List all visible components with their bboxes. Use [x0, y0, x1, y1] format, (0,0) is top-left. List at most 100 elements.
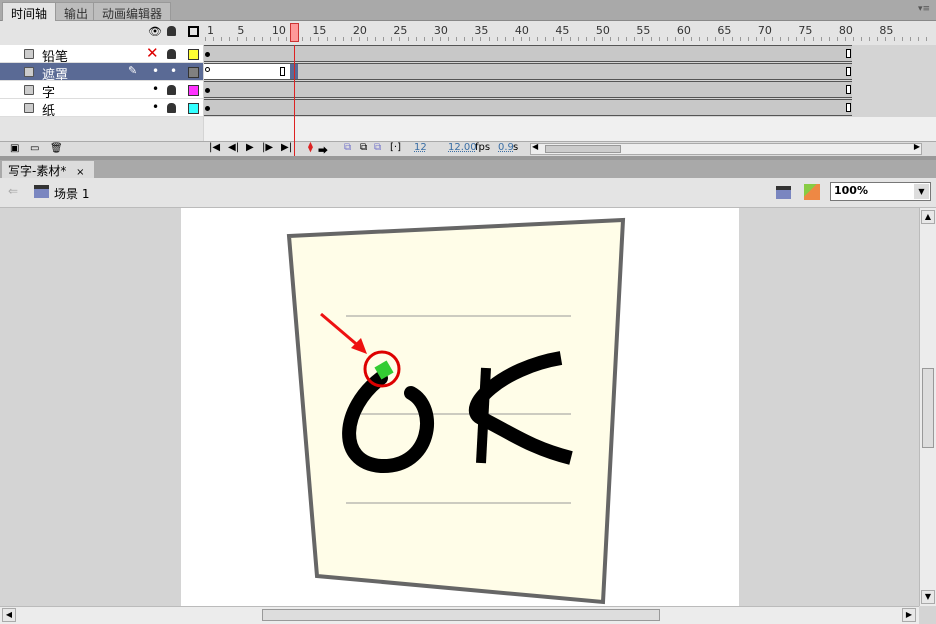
play-icon[interactable]: ▶ [246, 142, 254, 153]
layer-icon [24, 85, 34, 95]
layer-frames[interactable] [204, 63, 852, 80]
ruler-tick [399, 37, 401, 41]
lock-icon[interactable] [167, 85, 176, 95]
ruler-tick [804, 37, 806, 41]
new-layer-icon[interactable]: ▣ [10, 143, 19, 154]
eye-icon[interactable]: 👁 [148, 25, 162, 38]
tab-output[interactable]: 输出 [55, 2, 98, 21]
edit-scene-icon[interactable] [776, 186, 791, 199]
empty-keyframe[interactable] [205, 67, 210, 72]
ruler-tick [269, 37, 271, 41]
zoom-select[interactable]: 100% ▼ [830, 182, 931, 201]
layer-row[interactable]: 字 • [0, 81, 203, 101]
edit-symbols-icon[interactable] [804, 184, 820, 200]
prev-frame-icon[interactable]: ◀| [228, 142, 239, 153]
scroll-up-icon[interactable]: ▲ [921, 210, 935, 224]
ruler-label: 55 [636, 24, 651, 37]
layer-frames[interactable] [204, 45, 852, 62]
tab-motion-editor[interactable]: 动画编辑器 [93, 2, 172, 21]
next-frame-icon[interactable]: |▶ [262, 142, 273, 153]
playhead[interactable] [290, 23, 300, 42]
ruler-tick [569, 37, 571, 41]
tab-timeline[interactable]: 时间轴 [2, 2, 57, 21]
frame-ruler[interactable]: 1 5 10 15 20 25 30 35 40 45 50 55 60 65 70 75 80 85 [203, 21, 936, 45]
modify-markers-icon[interactable]: [·] [390, 142, 401, 153]
layer-color-swatch[interactable] [188, 85, 199, 96]
stage-hscrollbar[interactable]: ◀ ▶ [0, 606, 919, 624]
layer-row[interactable]: 铅笔 ✕ [0, 44, 203, 65]
layer-color-swatch[interactable] [188, 67, 199, 78]
first-frame-icon[interactable]: |◀ [209, 142, 220, 153]
ruler-tick [464, 37, 466, 41]
lock-icon[interactable] [167, 103, 176, 113]
onion-outline-icon[interactable]: ⧉ [360, 142, 367, 153]
pencil-icon: ✎ [128, 64, 138, 77]
new-folder-icon[interactable]: ▭ [30, 143, 39, 154]
hidden-x-icon[interactable]: ✕ [146, 44, 159, 62]
scroll-down-icon[interactable]: ▼ [921, 590, 935, 604]
unlocked-dot-icon[interactable]: • [170, 64, 177, 78]
scroll-thumb[interactable] [922, 368, 934, 448]
keyframe[interactable] [205, 106, 210, 111]
frame-rate[interactable]: 12.00 [448, 142, 477, 153]
ruler-tick [626, 37, 628, 41]
last-frame-icon[interactable]: ▶| [281, 142, 292, 153]
back-arrow-icon[interactable]: ⇐ [8, 184, 18, 198]
scroll-left-icon[interactable]: ◀ [2, 608, 16, 622]
ruler-tick [618, 37, 620, 41]
ruler-tick [553, 37, 555, 41]
layer-color-swatch[interactable] [188, 49, 199, 60]
scroll-thumb[interactable] [545, 145, 621, 153]
layer-row[interactable]: 纸 • [0, 99, 203, 119]
ruler-tick [577, 37, 579, 41]
center-frame-icon[interactable]: ⧫ [308, 142, 313, 153]
delete-layer-icon[interactable]: 🗑 [50, 143, 63, 154]
layer-frames[interactable] [204, 81, 852, 98]
ruler-tick [375, 37, 377, 41]
layer-row[interactable]: 遮罩 ✎ • • [0, 63, 203, 83]
visible-dot-icon[interactable]: • [152, 100, 159, 114]
close-tab-icon[interactable]: × [76, 167, 84, 178]
ruler-tick [844, 37, 846, 41]
panel-menu-icon[interactable]: ▾≡ [918, 4, 930, 14]
frames-empty [204, 117, 936, 141]
edit-multiple-icon[interactable]: ⧉ [374, 142, 381, 153]
ruler-tick [439, 37, 441, 41]
paper-shape [286, 217, 626, 605]
loop-icon[interactable]: ⮕ [318, 142, 328, 157]
lock-icon[interactable] [167, 49, 176, 59]
lock-icon[interactable] [167, 26, 176, 36]
ruler-tick [861, 37, 863, 41]
scroll-thumb[interactable] [262, 609, 660, 621]
stage-area[interactable] [0, 208, 919, 606]
ruler-tick [350, 37, 352, 41]
ruler-tick [650, 37, 652, 41]
ruler-tick [674, 37, 676, 41]
edit-bar: ⇐ 场景 1 100% ▼ [0, 178, 936, 208]
ruler-label: 75 [798, 24, 813, 37]
scroll-right-icon[interactable]: ▶ [902, 608, 916, 622]
elapsed-time[interactable]: 0.9 [498, 142, 514, 153]
ruler-tick [699, 37, 701, 41]
chevron-down-icon[interactable]: ▼ [914, 184, 929, 199]
scene-label[interactable]: 场景 1 [54, 185, 89, 202]
document-tab[interactable]: 写字-素材* × [2, 161, 94, 178]
stage-vscrollbar[interactable]: ▲ ▼ [919, 208, 936, 606]
ruler-tick [658, 37, 660, 41]
timeline-hscrollbar[interactable]: ◀ ▶ [530, 142, 922, 155]
stage-canvas[interactable] [181, 208, 739, 606]
ruler-tick [610, 37, 611, 41]
ruler-tick [213, 37, 215, 41]
ruler-tick [853, 37, 854, 41]
visible-dot-icon[interactable]: • [152, 82, 159, 96]
keyframe[interactable] [205, 88, 210, 93]
layer-frames[interactable] [204, 99, 852, 116]
layer-color-swatch[interactable] [188, 103, 199, 114]
outline-icon[interactable] [188, 26, 199, 37]
keyframe[interactable] [205, 52, 210, 57]
visible-dot-icon[interactable]: • [152, 64, 159, 78]
onion-skin-icon[interactable]: ⧉ [344, 142, 351, 153]
current-frame[interactable]: 12 [414, 142, 427, 153]
layer-list-empty [0, 117, 203, 141]
frame-end-marker [846, 85, 851, 94]
